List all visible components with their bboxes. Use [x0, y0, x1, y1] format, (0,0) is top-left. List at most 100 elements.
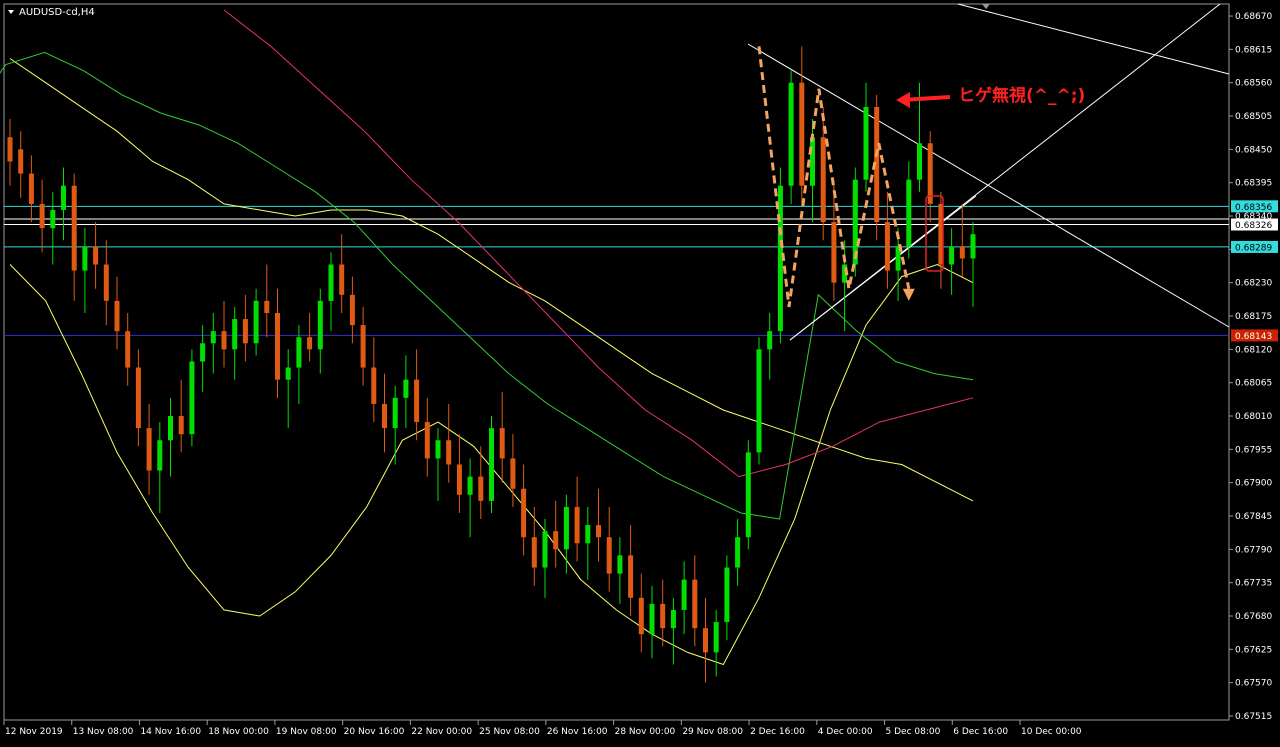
candle-body: [446, 440, 452, 465]
price-tag-label: 0.68326: [1235, 221, 1272, 231]
x-tick-label: 29 Nov 08:00: [682, 727, 743, 737]
candle-body: [863, 106, 869, 180]
candle-body: [670, 609, 676, 629]
candle-body: [756, 349, 762, 453]
candle-body: [521, 488, 527, 538]
candle-body: [628, 555, 634, 598]
candle-body: [371, 367, 377, 404]
x-tick-label: 22 Nov 00:00: [411, 727, 472, 737]
x-tick-label: 5 Dec 08:00: [886, 727, 941, 737]
candle-body: [681, 579, 687, 610]
candle-body: [435, 440, 441, 459]
candle-body: [585, 525, 591, 544]
candle-body: [949, 246, 955, 265]
x-tick-label: 28 Nov 00:00: [615, 727, 676, 737]
candle-body: [339, 264, 345, 295]
candle-body: [596, 525, 601, 538]
x-tick-label: 10 Dec 00:00: [1021, 727, 1082, 737]
candle-body: [307, 337, 313, 350]
y-tick-label: 0.68560: [1235, 79, 1272, 89]
candle-body: [232, 319, 238, 350]
candle-body: [553, 531, 559, 550]
x-tick-label: 4 Dec 00:00: [818, 727, 873, 737]
y-tick-label: 0.67900: [1235, 479, 1272, 489]
candle-body: [884, 222, 890, 271]
candle-body: [210, 331, 216, 344]
candle-body: [82, 246, 88, 271]
candle-body: [93, 246, 99, 265]
x-tick-label: 12 Nov 2019: [5, 727, 63, 737]
candle-body: [563, 506, 569, 550]
candle-body: [135, 367, 141, 429]
candle-body: [499, 428, 505, 459]
candle-body: [810, 137, 815, 186]
candle-body: [574, 506, 580, 544]
candle-body: [28, 173, 34, 204]
y-tick-label: 0.67735: [1235, 579, 1272, 589]
candle-body: [692, 579, 698, 629]
candle-body: [510, 458, 516, 489]
candle-body: [403, 379, 409, 398]
chart-window[interactable]: 0.68670 0.68615 0.68560 0.68505 0.68450 0.683…: [0, 0, 1280, 743]
candle-body: [467, 476, 473, 495]
candle-body: [264, 300, 270, 313]
candle-body: [285, 367, 291, 380]
candle-body: [189, 361, 195, 435]
x-tick-label: 6 Dec 16:00: [953, 727, 1008, 737]
candle-body: [221, 331, 227, 350]
price-tag-label: 0.68289: [1235, 243, 1272, 253]
candle-body: [788, 82, 794, 186]
candle-body: [275, 312, 280, 380]
candle-body: [713, 622, 719, 653]
candle-body: [799, 82, 805, 186]
candle-body: [114, 300, 120, 332]
candle-body: [103, 264, 109, 301]
candle-body: [649, 603, 655, 635]
x-tick-label: 25 Nov 08:00: [479, 727, 540, 737]
candle-body: [820, 137, 826, 223]
y-tick-label: 0.67625: [1235, 645, 1272, 655]
candle-body: [392, 397, 398, 429]
candle-body: [71, 185, 77, 271]
candle-body: [531, 537, 537, 568]
price-tag-label: 0.68143: [1235, 332, 1272, 342]
x-tick-label: 26 Nov 16:00: [547, 727, 608, 737]
y-tick-label: 0.68450: [1235, 145, 1272, 155]
candle-body: [7, 137, 13, 162]
x-tick-label: 20 Nov 16:00: [344, 727, 405, 737]
price-chart[interactable]: 0.68670 0.68615 0.68560 0.68505 0.68450 0.683…: [0, 0, 1280, 743]
candle-body: [767, 331, 773, 350]
candle-body: [328, 264, 334, 301]
candle-body: [382, 403, 387, 429]
chart-title-area: AUDUSD-cd,H4: [8, 7, 95, 18]
candle-body: [146, 428, 152, 471]
x-tick-label: 13 Nov 08:00: [73, 727, 134, 737]
candle-body: [542, 531, 548, 568]
candle-body: [125, 331, 131, 368]
candle-body: [18, 149, 24, 174]
candle-body: [360, 325, 366, 368]
candle-body: [178, 416, 184, 435]
candle-body: [959, 246, 965, 259]
candle-body: [200, 343, 206, 362]
y-tick-label: 0.67845: [1235, 512, 1272, 522]
y-tick-label: 0.68175: [1235, 312, 1272, 322]
y-tick-label: 0.68615: [1235, 45, 1272, 55]
candle-body: [424, 422, 430, 459]
annotation-text: ヒゲ無視(^_^;): [958, 85, 1085, 106]
candle-body: [50, 209, 56, 229]
x-tick-label: 19 Nov 08:00: [276, 727, 337, 737]
x-tick-label: 18 Nov 00:00: [208, 727, 269, 737]
candle-body: [606, 537, 612, 574]
y-tick-label: 0.67790: [1235, 545, 1272, 555]
candle-body: [724, 567, 730, 623]
candle-body: [349, 294, 355, 326]
y-tick-label: 0.68065: [1235, 379, 1272, 389]
y-tick-label: 0.67955: [1235, 445, 1272, 455]
candle-body: [660, 603, 666, 629]
candle-body: [745, 452, 751, 538]
candle-body: [735, 537, 741, 568]
candle-body: [242, 319, 248, 344]
candle-body: [157, 440, 163, 471]
candle-body: [414, 379, 420, 423]
